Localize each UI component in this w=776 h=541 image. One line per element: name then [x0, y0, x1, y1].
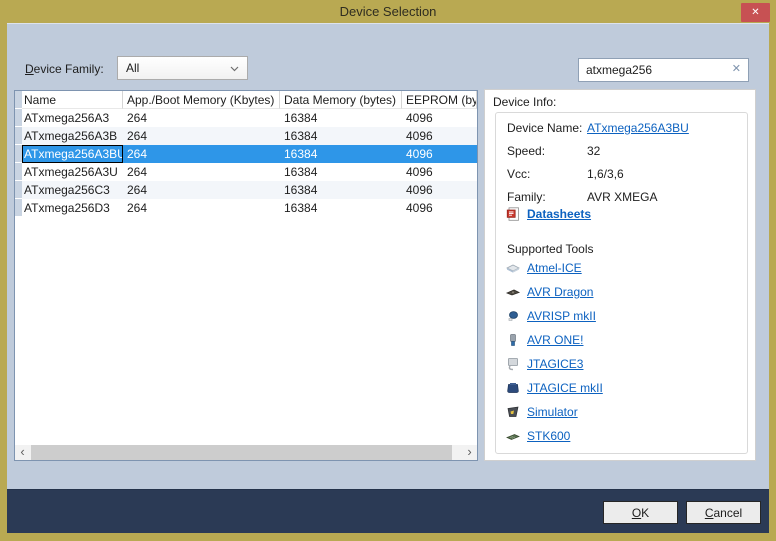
cell-app-boot: 264 [123, 163, 280, 181]
dialog-title: Device Selection [340, 4, 437, 19]
search-input[interactable] [579, 59, 724, 81]
atmel-ice-icon [505, 260, 521, 276]
column-header-eeprom[interactable]: EEPROM (bytes) [402, 91, 477, 109]
cancel-button[interactable]: Cancel [686, 501, 761, 524]
device-info-title: Device Info: [493, 95, 556, 109]
table-row[interactable]: ATxmega256A3 264 16384 4096 [15, 109, 477, 127]
table-row[interactable]: ATxmega256C3 264 16384 4096 [15, 181, 477, 199]
device-name-label: Device Name: [507, 120, 587, 136]
tool-link-simulator[interactable]: Simulator [527, 405, 578, 419]
cell-app-boot: 264 [123, 109, 280, 127]
device-selection-dialog: Device Selection ✕ Device Family: All ✕ … [0, 0, 776, 541]
avrisp-mkii-icon [505, 308, 521, 324]
device-family-label: Device Family: [25, 62, 104, 76]
speed-value: 32 [587, 143, 600, 159]
row-header-gutter [15, 127, 22, 145]
column-header-data-memory[interactable]: Data Memory (bytes) [280, 91, 402, 109]
cell-data-memory: 16384 [280, 181, 402, 199]
supported-tools-title: Supported Tools [507, 242, 594, 256]
titlebar[interactable]: Device Selection ✕ [0, 0, 776, 23]
cell-eeprom: 4096 [402, 145, 477, 163]
vcc-label: Vcc: [507, 166, 587, 182]
scroll-right-icon[interactable]: › [462, 445, 477, 460]
table-row[interactable]: ATxmega256D3 264 16384 4096 [15, 199, 477, 217]
stk600-icon [505, 428, 521, 444]
close-button[interactable]: ✕ [741, 3, 770, 22]
cell-eeprom: 4096 [402, 199, 477, 217]
tool-link-jtagice3[interactable]: JTAGICE3 [527, 357, 583, 371]
device-table: Name App./Boot Memory (Kbytes) Data Memo… [14, 90, 478, 461]
cell-name: ATxmega256C3 [22, 181, 123, 199]
row-header-gutter [15, 163, 22, 181]
device-info-box: Device Name: ATxmega256A3BU Speed: 32 Vc… [495, 112, 748, 454]
column-header-app-boot[interactable]: App./Boot Memory (Kbytes) [123, 91, 280, 109]
cell-data-memory: 16384 [280, 145, 402, 163]
row-header-gutter [15, 181, 22, 199]
scroll-left-icon[interactable]: ‹ [15, 445, 30, 460]
avr-one-icon [505, 332, 521, 348]
simulator-icon [505, 404, 521, 420]
family-label: Family: [507, 189, 587, 205]
row-header-gutter [15, 145, 22, 163]
jtagice3-icon [505, 356, 521, 372]
table-row[interactable]: ATxmega256A3B 264 16384 4096 [15, 127, 477, 145]
chevron-down-icon [230, 66, 239, 72]
device-name-link[interactable]: ATxmega256A3BU [587, 120, 689, 136]
pdf-icon [505, 206, 521, 222]
tool-link-avrisp-mkii[interactable]: AVRISP mkII [527, 309, 596, 323]
search-clear-icon[interactable]: ✕ [732, 62, 741, 75]
horizontal-scrollbar[interactable]: ‹ › [15, 445, 477, 460]
row-header-gutter [15, 109, 22, 127]
tool-link-jtagice-mkii[interactable]: JTAGICE mkII [527, 381, 603, 395]
tool-link-avr-dragon[interactable]: AVR Dragon [527, 285, 593, 299]
jtagice-mkii-icon [505, 380, 521, 396]
avr-dragon-icon [505, 284, 521, 300]
table-header-row: Name App./Boot Memory (Kbytes) Data Memo… [15, 91, 477, 109]
table-row-selected[interactable]: ATxmega256A3BU 264 16384 4096 [15, 145, 477, 163]
row-header-gutter [15, 91, 22, 109]
cell-eeprom: 4096 [402, 181, 477, 199]
cell-app-boot: 264 [123, 145, 280, 163]
cell-data-memory: 16384 [280, 127, 402, 145]
tool-link-atmel-ice[interactable]: Atmel-ICE [527, 261, 582, 275]
ok-button[interactable]: OK [603, 501, 678, 524]
cell-name: ATxmega256A3B [22, 127, 123, 145]
cell-app-boot: 264 [123, 199, 280, 217]
device-family-select[interactable]: All [117, 56, 248, 80]
close-icon: ✕ [751, 7, 759, 18]
cell-name: ATxmega256D3 [22, 199, 123, 217]
column-header-name[interactable]: Name [22, 91, 123, 109]
cell-eeprom: 4096 [402, 109, 477, 127]
footer-bar: OK Cancel [7, 489, 769, 533]
ok-button-label: OK [632, 506, 649, 520]
table-row[interactable]: ATxmega256A3U 264 16384 4096 [15, 163, 477, 181]
cell-app-boot: 264 [123, 127, 280, 145]
tool-link-stk600[interactable]: STK600 [527, 429, 570, 443]
speed-label: Speed: [507, 143, 587, 159]
tool-link-avr-one[interactable]: AVR ONE! [527, 333, 583, 347]
cell-data-memory: 16384 [280, 199, 402, 217]
row-header-gutter [15, 199, 22, 217]
cell-name: ATxmega256A3U [22, 163, 123, 181]
datasheets-link[interactable]: Datasheets [527, 207, 591, 221]
search-box: ✕ [578, 58, 749, 82]
cell-name: ATxmega256A3 [22, 109, 123, 127]
cell-app-boot: 264 [123, 181, 280, 199]
cell-data-memory: 16384 [280, 109, 402, 127]
cell-data-memory: 16384 [280, 163, 402, 181]
cell-name: ATxmega256A3BU [22, 145, 123, 163]
vcc-value: 1,6/3,6 [587, 166, 624, 182]
device-info-panel: Device Info: Device Name: ATxmega256A3BU… [484, 89, 756, 461]
device-family-value: All [126, 61, 139, 75]
cancel-button-label: Cancel [705, 506, 742, 520]
cell-eeprom: 4096 [402, 127, 477, 145]
dialog-client-area: Device Family: All ✕ Name App./Boot Memo… [7, 23, 769, 533]
family-value: AVR XMEGA [587, 189, 657, 205]
scrollbar-thumb[interactable] [31, 445, 452, 460]
cell-eeprom: 4096 [402, 163, 477, 181]
